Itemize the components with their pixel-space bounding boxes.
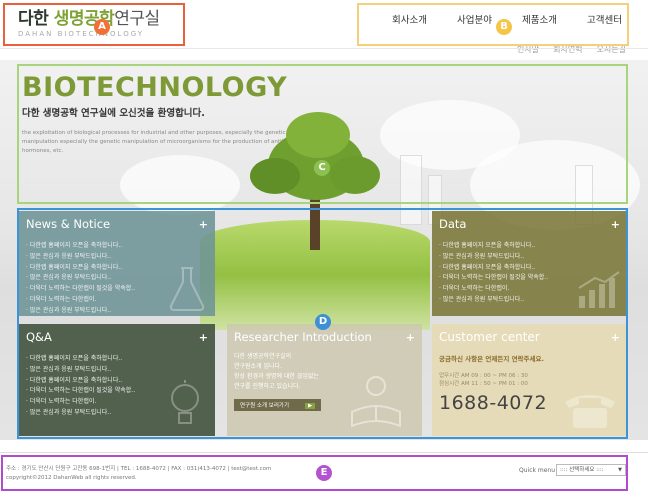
more-icon[interactable]: + — [611, 331, 620, 344]
panel-header: Q&A + — [26, 330, 208, 344]
marker-badge-b: B — [496, 19, 512, 35]
logo-title-suffix: 연구실 — [114, 9, 160, 29]
hero-subtitle: 다한 생명공학 연구실에 오신것을 환영합니다. — [22, 108, 205, 119]
tree-crown-decoration — [286, 112, 350, 158]
panel-header: Researcher Introduction + — [234, 330, 415, 344]
more-icon[interactable]: + — [199, 218, 208, 231]
panel-title: Researcher Introduction — [234, 330, 372, 344]
researcher-line: 연구원소개 입니다. — [234, 363, 282, 370]
more-icon[interactable]: + — [199, 331, 208, 344]
panel-title: Q&A — [26, 330, 52, 344]
nav-item-business[interactable]: 사업분야 — [457, 12, 492, 26]
chevron-down-icon: ▼ — [618, 467, 622, 473]
main-navigation: 회사소개 사업분야 제품소개 고객센터 인사말 회사연혁 오시는길 — [360, 6, 630, 54]
list-item[interactable]: 다한랩 홈페이지 오픈을 축하합니다.. — [26, 241, 208, 252]
quick-menu-selected-value: :::: 선택하세요 :::: — [560, 467, 604, 473]
qa-panel: Q&A + 다한랩 홈페이지 오픈을 축하합니다.. 많은 관심과 응원 부탁드… — [19, 324, 215, 436]
news-notice-panel: News & Notice + 다한랩 홈페이지 오픈을 축하합니다.. 많은 … — [19, 211, 215, 316]
telephone-icon — [565, 395, 615, 428]
list-item[interactable]: 다한랩 홈페이지 오픈을 축하합니다.. — [26, 354, 208, 365]
panel-title: Customer center — [439, 330, 540, 344]
panel-title: News & Notice — [26, 217, 111, 231]
lightbulb-icon — [171, 380, 199, 424]
more-icon[interactable]: + — [406, 331, 415, 344]
quick-menu-select[interactable]: :::: 선택하세요 :::: ▼ — [556, 464, 626, 476]
list-item[interactable]: 많은 관심과 응원 부탁드립니다.. — [26, 365, 208, 376]
quick-menu-label: Quick menu — [519, 467, 556, 474]
reading-person-icon — [351, 376, 401, 428]
list-item[interactable]: 많은 관심과 응원 부탁드립니다.. — [439, 252, 620, 263]
marker-badge-e: E — [316, 465, 332, 481]
footer-copyright: copyright©2012 DahanWeb all rights reser… — [6, 475, 137, 481]
panel-header: Customer center + — [439, 330, 620, 344]
tree-crown-decoration — [250, 158, 300, 194]
marker-badge-a: A — [94, 19, 110, 35]
logo-title-prefix: 다한 — [18, 9, 54, 29]
customer-question: 궁금하신 사항은 언제든지 연락주세요. — [439, 355, 544, 363]
researcher-introduction-panel: Researcher Introduction + 다한 생명공학연구실의 연구… — [227, 324, 422, 436]
header-divider — [0, 48, 648, 49]
nav-item-products[interactable]: 제품소개 — [522, 12, 557, 26]
hero-title: BIOTECHNOLOGY — [22, 72, 288, 103]
nav-item-company[interactable]: 회사소개 — [392, 12, 427, 26]
nav-item-support[interactable]: 고객센터 — [587, 12, 622, 26]
list-item[interactable]: 많은 관심과 응원 부탁드립니다.. — [26, 252, 208, 263]
business-hours: 업무시간 AM 09 : 00 ~ PM 06 : 30 — [439, 373, 528, 379]
nav-main-menu: 회사소개 사업분야 제품소개 고객센터 — [360, 6, 630, 26]
customer-center-panel: Customer center + 궁금하신 사항은 언제든지 연락주세요. 업… — [432, 324, 627, 436]
nav-sub-greeting[interactable]: 인사말 — [517, 44, 539, 55]
nav-sub-history[interactable]: 회사연혁 — [553, 44, 582, 55]
list-item[interactable]: 다한랩 홈페이지 오픈을 축하합니다.. — [439, 241, 620, 252]
chart-growth-icon — [578, 271, 620, 308]
flask-icon — [169, 267, 205, 311]
cloud-decoration — [120, 155, 240, 215]
marker-badge-d: D — [315, 314, 331, 330]
more-icon[interactable]: + — [611, 218, 620, 231]
data-panel: Data + 다한랩 홈페이지 오픈을 축하합니다.. 많은 관심과 응원 부탁… — [432, 211, 627, 316]
tree-crown-decoration — [330, 156, 380, 194]
researcher-more-button[interactable]: 연구원 소개 보러가기 ▶ — [234, 399, 322, 411]
footer-info: 주소 : 경기도 안산시 단원구 고잔동 698-1번지 | TEL : 168… — [6, 465, 271, 483]
building-decoration — [400, 155, 422, 225]
arrow-right-icon: ▶ — [305, 403, 316, 409]
panel-header: Data + — [439, 217, 620, 231]
researcher-button-label: 연구원 소개 보러가기 — [240, 403, 290, 409]
marker-badge-c: C — [314, 160, 330, 176]
panel-title: Data — [439, 217, 467, 231]
nav-sub-menu: 인사말 회사연혁 오시는길 — [360, 44, 630, 55]
panel-header: News & Notice + — [26, 217, 208, 231]
nav-sub-directions[interactable]: 오시는길 — [597, 44, 626, 55]
footer-address: 주소 : 경기도 안산시 단원구 고잔동 698-1번지 | TEL : 168… — [6, 466, 272, 472]
researcher-line: 다한 생명공학연구실의 — [234, 353, 292, 360]
